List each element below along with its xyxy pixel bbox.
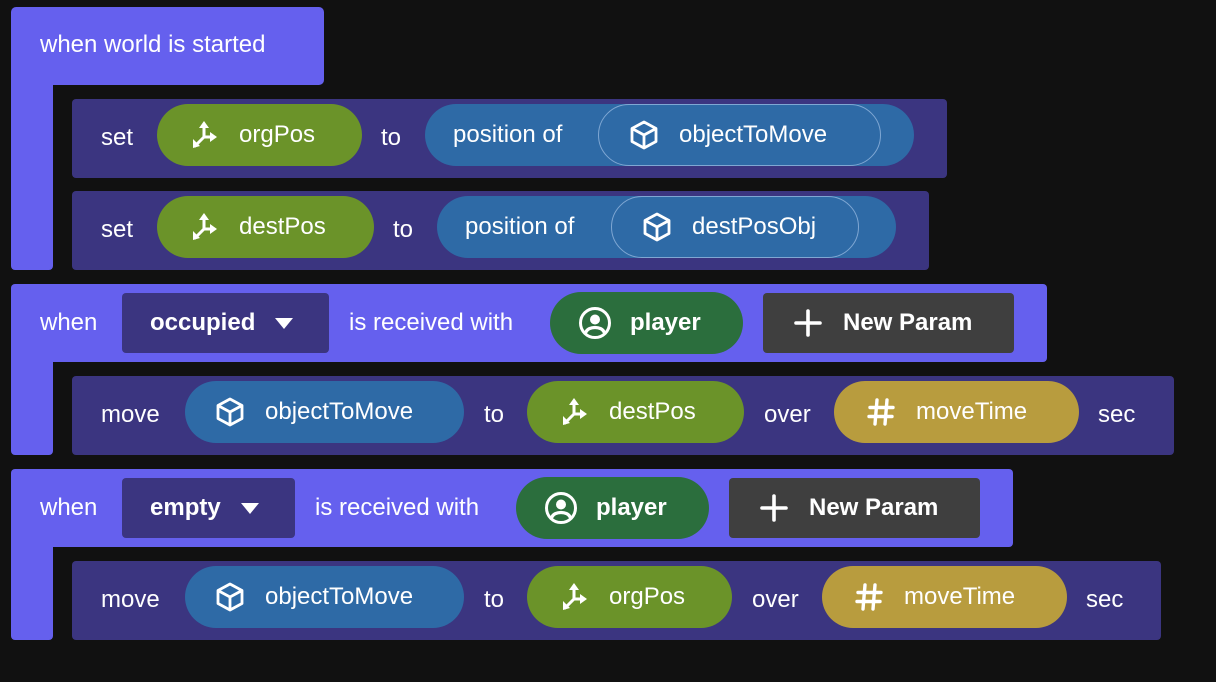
- player-avatar-icon: [544, 491, 578, 525]
- vector-axes-icon: [557, 580, 591, 614]
- to-keyword: to: [381, 124, 402, 151]
- object-name: destPosObj: [692, 213, 817, 240]
- vector-axes-icon: [557, 395, 591, 429]
- event-block-rail: [11, 358, 53, 455]
- vector-axes-icon: [187, 210, 221, 244]
- caret-down-icon: [275, 317, 294, 329]
- param-name: player: [630, 309, 701, 336]
- cube-icon: [213, 580, 247, 614]
- object-name: objectToMove: [679, 121, 828, 148]
- hash-icon: [852, 580, 886, 614]
- sec-keyword: sec: [1098, 401, 1136, 428]
- is-received-with-label: is received with: [315, 494, 480, 521]
- player-avatar-icon: [578, 306, 612, 340]
- object-pill-objecttomove[interactable]: objectToMove: [185, 566, 464, 628]
- object-pill-destposobj[interactable]: destPosObj: [611, 196, 859, 258]
- set-keyword: set: [101, 124, 134, 151]
- event-block-rail: [11, 543, 53, 640]
- position-of-expression[interactable]: position of destPosObj: [437, 196, 896, 258]
- dropdown-value: empty: [150, 494, 221, 521]
- to-keyword: to: [393, 216, 414, 243]
- over-keyword: over: [764, 401, 811, 428]
- when-keyword: when: [40, 494, 98, 521]
- plus-icon: [791, 306, 825, 340]
- move-keyword: move: [101, 401, 160, 428]
- event-name-dropdown[interactable]: occupied: [122, 293, 329, 353]
- dropdown-value: occupied: [150, 309, 256, 336]
- event-label: when world is started: [40, 31, 266, 58]
- cube-icon: [640, 210, 674, 244]
- position-of-expression[interactable]: position of objectToMove: [425, 104, 914, 166]
- cube-icon: [213, 395, 247, 429]
- caret-down-icon: [240, 502, 259, 514]
- variable-name: orgPos: [609, 583, 686, 610]
- position-of-label: position of: [465, 213, 575, 240]
- number-variable-name: moveTime: [916, 398, 1028, 425]
- vector-axes-icon: [187, 118, 221, 152]
- variable-name: destPos: [609, 398, 696, 425]
- to-keyword: to: [484, 586, 505, 613]
- new-param-label: New Param: [809, 494, 939, 521]
- event-name-dropdown[interactable]: empty: [122, 478, 295, 538]
- param-name: player: [596, 494, 667, 521]
- sec-keyword: sec: [1086, 586, 1124, 613]
- new-param-button[interactable]: New Param: [763, 293, 1014, 353]
- set-keyword: set: [101, 216, 134, 243]
- over-keyword: over: [752, 586, 799, 613]
- move-keyword: move: [101, 586, 160, 613]
- number-pill-movetime[interactable]: moveTime: [834, 381, 1079, 443]
- object-name: objectToMove: [265, 583, 414, 610]
- param-pill-player[interactable]: player: [516, 477, 709, 539]
- variable-pill-destpos[interactable]: destPos: [157, 196, 374, 258]
- new-param-button[interactable]: New Param: [729, 478, 980, 538]
- variable-pill-orgpos[interactable]: orgPos: [157, 104, 362, 166]
- position-of-label: position of: [453, 121, 563, 148]
- number-variable-name: moveTime: [904, 583, 1016, 610]
- variable-pill-orgpos[interactable]: orgPos: [527, 566, 732, 628]
- hash-icon: [864, 395, 898, 429]
- object-pill-objecttomove[interactable]: objectToMove: [185, 381, 464, 443]
- object-name: objectToMove: [265, 398, 414, 425]
- event-block-rail: [11, 80, 53, 270]
- cube-icon: [627, 118, 661, 152]
- variable-name: orgPos: [239, 121, 316, 148]
- variable-pill-destpos[interactable]: destPos: [527, 381, 744, 443]
- param-pill-player[interactable]: player: [550, 292, 743, 354]
- when-keyword: when: [40, 309, 98, 336]
- new-param-label: New Param: [843, 309, 973, 336]
- object-pill-objecttomove[interactable]: objectToMove: [598, 104, 881, 166]
- variable-name: destPos: [239, 213, 326, 240]
- to-keyword: to: [484, 401, 505, 428]
- is-received-with-label: is received with: [349, 309, 514, 336]
- number-pill-movetime[interactable]: moveTime: [822, 566, 1067, 628]
- plus-icon: [757, 491, 791, 525]
